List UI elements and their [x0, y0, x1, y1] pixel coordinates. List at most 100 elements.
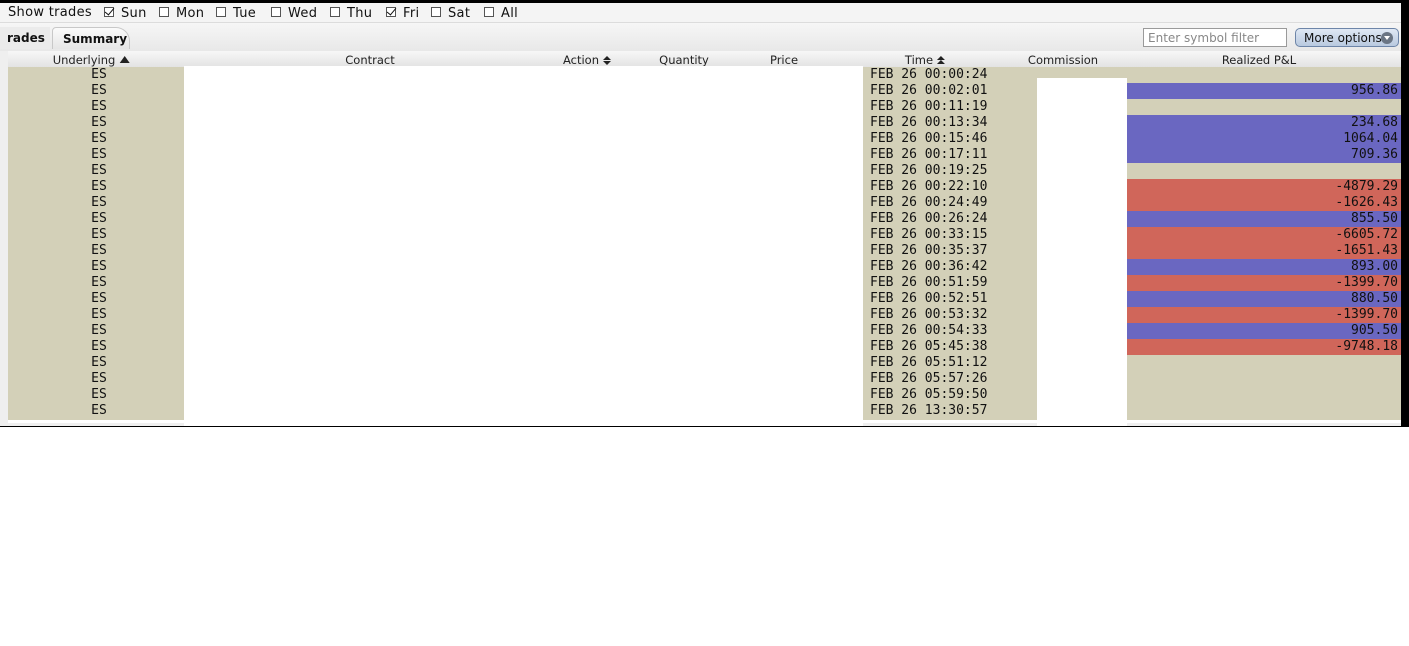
column-underlying-label: Underlying — [52, 53, 116, 67]
day-label: Thu — [347, 5, 373, 21]
symbol-filter-input[interactable] — [1143, 28, 1287, 47]
column-header-realized-pnl[interactable]: Realized P&L — [1222, 53, 1296, 67]
day-filter-sat[interactable]: Sat — [431, 4, 470, 22]
day-label: All — [501, 5, 519, 21]
day-label: Tue — [233, 5, 257, 21]
table-header: Underlying Contract Action Quantity Pric… — [8, 51, 1401, 67]
cell-underlying: ES — [91, 179, 107, 194]
cell-underlying: ES — [91, 387, 107, 402]
cell-time: FEB 26 05:59:50 — [870, 387, 988, 402]
day-filter-fri[interactable]: Fri — [386, 4, 419, 22]
cell-realized-pnl — [1127, 163, 1401, 179]
day-label: Wed — [288, 5, 318, 21]
cell-time: FEB 26 00:36:42 — [870, 259, 988, 274]
checkbox[interactable] — [216, 7, 226, 17]
cell-time: FEB 26 00:53:32 — [870, 307, 988, 322]
trades-panel: Show trades Sun Mon Tue Wed Thu Fri Sat All rad… — [0, 3, 1401, 426]
cell-time: FEB 26 05:57:26 — [870, 371, 988, 386]
cell-realized-pnl: 234.68 — [1127, 115, 1401, 131]
cell-time: FEB 26 05:51:12 — [870, 355, 988, 370]
column-header-contract[interactable]: Contract — [345, 53, 394, 67]
day-label: Sun — [121, 5, 147, 21]
cell-underlying: ES — [91, 355, 107, 370]
cell-realized-pnl: -1399.70 — [1127, 307, 1401, 323]
more-options-button[interactable]: More options — [1295, 28, 1399, 47]
cell-time: FEB 26 05:45:38 — [870, 339, 988, 354]
cell-realized-pnl: 956.86 — [1127, 83, 1401, 99]
cell-underlying: ES — [91, 227, 107, 242]
cell-underlying: ES — [91, 163, 107, 178]
trades-window: Show trades Sun Mon Tue Wed Thu Fri Sat All rad… — [0, 0, 1409, 427]
cell-underlying: ES — [91, 243, 107, 258]
cell-underlying: ES — [91, 67, 107, 82]
checkbox[interactable] — [159, 7, 169, 17]
cell-realized-pnl: -9748.18 — [1127, 339, 1401, 355]
cell-time: FEB 26 00:17:11 — [870, 147, 988, 162]
cell-realized-pnl: 893.00 — [1127, 259, 1401, 275]
table-footer-divider — [8, 420, 1401, 423]
cell-underlying: ES — [91, 211, 107, 226]
cell-time: FEB 26 00:15:46 — [870, 131, 988, 146]
cell-realized-pnl: -1399.70 — [1127, 275, 1401, 291]
column-header-quantity[interactable]: Quantity — [659, 53, 709, 67]
day-label: Sat — [448, 5, 471, 21]
checkbox[interactable] — [386, 7, 396, 17]
cell-time: FEB 26 00:24:49 — [870, 195, 988, 210]
cell-time: FEB 26 00:33:15 — [870, 227, 988, 242]
day-filter-wed[interactable]: Wed — [271, 4, 317, 22]
cell-time: FEB 26 00:00:24 — [870, 67, 988, 82]
tab-bar: rades Summary More options — [0, 23, 1401, 51]
tab-summary[interactable]: Summary — [52, 27, 130, 49]
tab-trades[interactable]: rades — [0, 27, 50, 49]
checkbox[interactable] — [484, 7, 494, 17]
day-filter-mon[interactable]: Mon — [159, 4, 204, 22]
column-header-commission[interactable]: Commission — [1028, 53, 1098, 67]
day-filter-all[interactable]: All — [484, 4, 518, 22]
day-filter-thu[interactable]: Thu — [330, 4, 372, 22]
cell-underlying: ES — [91, 99, 107, 114]
checkbox[interactable] — [271, 7, 281, 17]
column-header-action[interactable]: Action — [563, 53, 612, 67]
column-header-underlying[interactable]: Underlying — [53, 53, 130, 67]
cell-underlying: ES — [91, 147, 107, 162]
cell-time: FEB 26 00:51:59 — [870, 275, 988, 290]
cell-realized-pnl: -1651.43 — [1127, 243, 1401, 259]
cell-realized-pnl: -4879.29 — [1127, 179, 1401, 195]
cell-realized-pnl: -1626.43 — [1127, 195, 1401, 211]
cell-realized-pnl: 709.36 — [1127, 147, 1401, 163]
cell-realized-pnl — [1127, 371, 1401, 387]
day-filter-sun[interactable]: Sun — [104, 4, 147, 22]
cell-time: FEB 26 00:26:24 — [870, 211, 988, 226]
cell-realized-pnl — [1127, 67, 1401, 83]
cell-time: FEB 26 00:54:33 — [870, 323, 988, 338]
cell-realized-pnl: -6605.72 — [1127, 227, 1401, 243]
checkbox[interactable] — [431, 7, 441, 17]
cell-underlying: ES — [91, 291, 107, 306]
cell-realized-pnl — [1127, 403, 1401, 419]
day-label: Fri — [403, 5, 420, 21]
sort-ascending-icon — [119, 56, 130, 63]
cell-time: FEB 26 00:35:37 — [870, 243, 988, 258]
cell-realized-pnl — [1127, 99, 1401, 115]
cell-underlying: ES — [91, 275, 107, 290]
day-filter-tue[interactable]: Tue — [216, 4, 256, 22]
checkbox[interactable] — [330, 7, 340, 17]
day-filter-bar: Show trades Sun Mon Tue Wed Thu Fri Sat All — [0, 3, 1401, 23]
cell-realized-pnl — [1127, 387, 1401, 403]
cell-underlying: ES — [91, 83, 107, 98]
cell-underlying: ES — [91, 195, 107, 210]
column-header-price[interactable]: Price — [770, 53, 798, 67]
cell-time: FEB 26 00:19:25 — [870, 163, 988, 178]
cell-time: FEB 26 00:02:01 — [870, 83, 988, 98]
cell-underlying: ES — [91, 307, 107, 322]
day-label: Mon — [176, 5, 205, 21]
column-header-time[interactable]: Time — [905, 53, 946, 67]
checkbox[interactable] — [104, 7, 114, 17]
chevron-down-circle-icon — [1381, 32, 1393, 44]
cell-underlying: ES — [91, 131, 107, 146]
cell-time: FEB 26 00:52:51 — [870, 291, 988, 306]
cell-underlying: ES — [91, 259, 107, 274]
cell-realized-pnl: 1064.04 — [1127, 131, 1401, 147]
sort-ascending-double-icon — [937, 56, 946, 65]
cell-realized-pnl: 880.50 — [1127, 291, 1401, 307]
